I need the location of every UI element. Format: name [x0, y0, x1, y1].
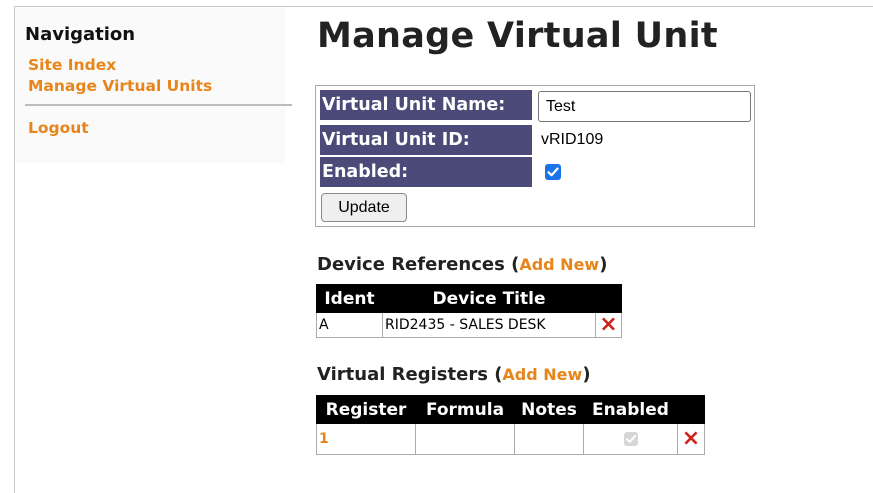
formula-cell	[415, 423, 515, 455]
delete-device-button[interactable]: ×	[595, 312, 622, 338]
device-references-heading: Device References (Add New)	[317, 254, 607, 275]
delete-register-button[interactable]: ×	[677, 423, 705, 455]
column-header-device-title: Device Title	[382, 284, 596, 313]
table-header-row: Register Formula Notes Enabled	[316, 395, 705, 424]
device-title-cell: RID2435 - SALES DESK	[382, 312, 596, 338]
add-virtual-register-link[interactable]: Add New	[502, 365, 582, 384]
column-header-actions	[677, 395, 705, 424]
column-header-notes: Notes	[514, 395, 584, 424]
table-row: A RID2435 - SALES DESK ×	[316, 312, 622, 338]
column-header-ident: Ident	[316, 284, 383, 313]
virtual-registers-table: Register Formula Notes Enabled 1 ×	[316, 395, 705, 455]
disabled-checkbox	[623, 432, 638, 446]
nav-link-site-index[interactable]: Site Index	[28, 56, 116, 74]
nav-divider	[25, 104, 292, 106]
notes-cell	[514, 423, 584, 455]
table-header-row: Ident Device Title	[316, 284, 622, 313]
page-title: Manage Virtual Unit	[317, 16, 718, 56]
enabled-checkbox[interactable]	[545, 164, 561, 180]
virtual-registers-title: Virtual Registers	[317, 364, 488, 385]
checkmark-icon	[547, 167, 559, 177]
device-references-title: Device References	[317, 254, 505, 275]
virtual-unit-form: Virtual Unit Name: Virtual Unit ID: vRID…	[315, 85, 755, 227]
name-label: Virtual Unit Name:	[320, 90, 532, 120]
device-ident-cell: A	[316, 312, 383, 338]
column-header-enabled: Enabled	[583, 395, 678, 424]
sidebar: Navigation Site Index Manage Virtual Uni…	[15, 7, 292, 163]
id-label: Virtual Unit ID:	[320, 125, 532, 155]
enabled-cell	[583, 423, 678, 455]
column-header-register: Register	[316, 395, 416, 424]
nav-heading: Navigation	[25, 24, 136, 45]
virtual-registers-heading: Virtual Registers (Add New)	[317, 364, 591, 385]
update-button[interactable]: Update	[321, 193, 407, 222]
register-cell: 1	[316, 423, 416, 455]
delete-x-icon: ×	[681, 426, 701, 451]
virtual-unit-id-value: vRID109	[541, 131, 604, 148]
nav-link-manage-virtual-units[interactable]: Manage Virtual Units	[28, 77, 212, 95]
enabled-label: Enabled:	[320, 157, 532, 187]
paren-close: )	[599, 254, 608, 275]
checkmark-icon	[625, 435, 636, 443]
delete-x-icon: ×	[599, 312, 618, 337]
register-link[interactable]: 1	[319, 431, 329, 447]
nav-link-logout[interactable]: Logout	[28, 119, 89, 137]
virtual-unit-name-input[interactable]	[538, 91, 751, 122]
column-header-actions	[595, 284, 622, 313]
table-row: 1 ×	[316, 423, 705, 455]
device-references-table: Ident Device Title A RID2435 - SALES DES…	[316, 284, 622, 338]
add-device-reference-link[interactable]: Add New	[519, 255, 599, 274]
paren-close: )	[582, 364, 591, 385]
column-header-formula: Formula	[415, 395, 515, 424]
